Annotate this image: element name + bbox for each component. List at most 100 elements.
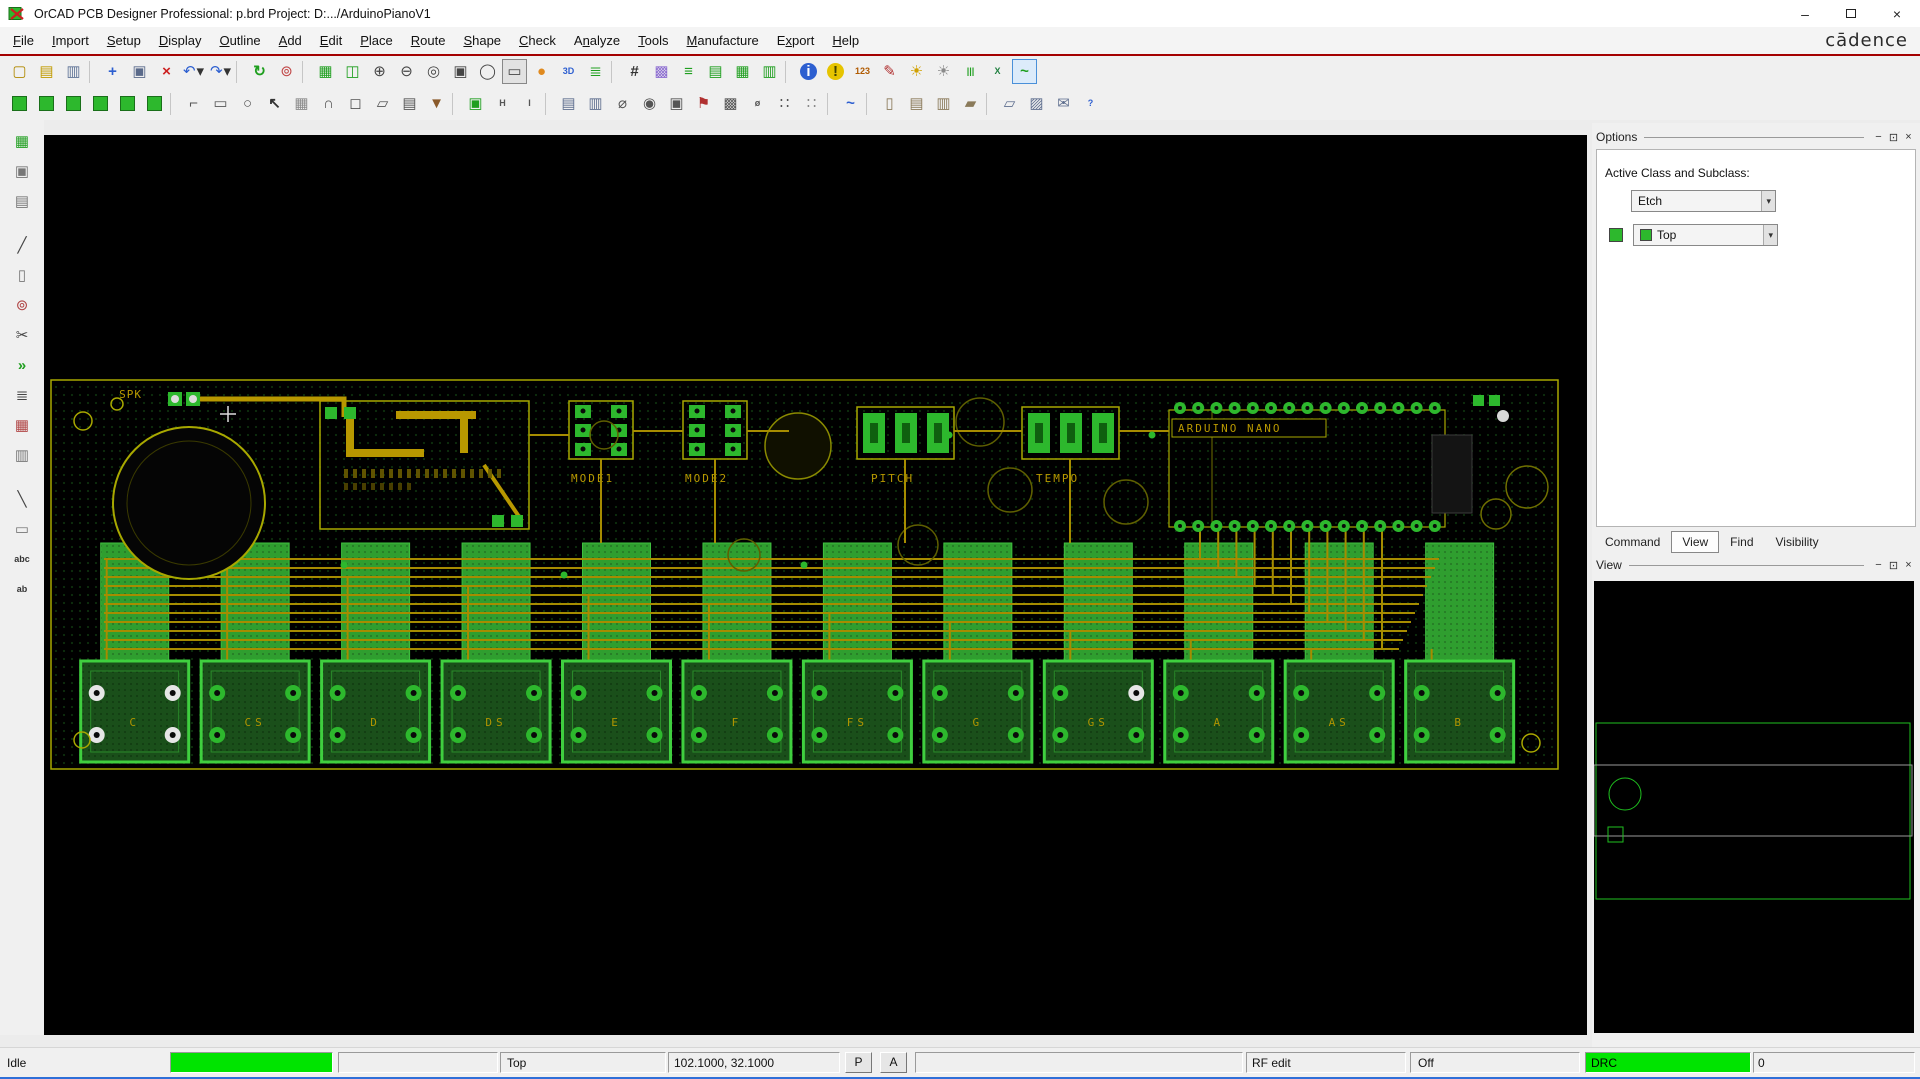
cross-section-icon[interactable]: ≡ (676, 59, 701, 84)
new-file-icon[interactable]: ▢ (7, 59, 32, 84)
board-icon[interactable]: ▦ (9, 128, 35, 154)
help-icon[interactable]: ? (1078, 91, 1103, 116)
flag-icon[interactable]: ⚑ (691, 91, 716, 116)
tab-find[interactable]: Find (1719, 531, 1764, 553)
class-select[interactable]: Etch ▾ (1631, 190, 1776, 212)
menu-export[interactable]: Export (768, 29, 824, 52)
view-3d-icon[interactable]: 3D (556, 59, 581, 84)
ratsnest-i-icon[interactable]: I (517, 91, 542, 116)
panel-minimize-icon[interactable]: − (1871, 131, 1886, 143)
key-footprint[interactable]: F (681, 659, 793, 764)
report-2-icon[interactable]: ▥ (931, 91, 956, 116)
stripes-icon[interactable]: ||| (958, 59, 983, 84)
layer-swatch-5-icon[interactable] (115, 91, 140, 116)
select-tool-icon[interactable]: ↖ (262, 91, 287, 116)
layer-swatch-2-icon[interactable] (34, 91, 59, 116)
rect-tool-icon[interactable]: ▭ (208, 91, 233, 116)
corner-tool-icon[interactable]: ⌐ (181, 91, 206, 116)
layer-swatch-6-icon[interactable] (142, 91, 167, 116)
chevron-down-icon[interactable]: ▾ (224, 64, 232, 79)
subclass-select[interactable]: Top ▾ (1633, 224, 1778, 246)
poly-tool-icon[interactable]: ▱ (370, 91, 395, 116)
grid-dots-icon[interactable]: ∷ (772, 91, 797, 116)
key-footprint[interactable]: FS (801, 659, 913, 764)
slot-tool-icon[interactable]: ◻ (343, 91, 368, 116)
redo-icon[interactable]: ↷ ▾ (208, 59, 233, 84)
pcb-layout[interactable]: C CS D DS E F FS G GS A AS B SPK MODE1 MODE2 PITCH TEMPO… (44, 135, 1587, 1035)
rect-draw-icon[interactable]: ▭ (9, 516, 35, 542)
waveform-icon[interactable]: ~ (1012, 59, 1037, 84)
key-footprint[interactable]: GS (1042, 659, 1154, 764)
report-icon[interactable]: ▤ (904, 91, 929, 116)
palette-grid-icon[interactable]: ▦ (9, 412, 35, 438)
dim-icon[interactable]: ☀ (931, 59, 956, 84)
tab-visibility[interactable]: Visibility (1765, 531, 1830, 553)
text-ab-icon[interactable]: ab (9, 576, 35, 602)
copy-icon[interactable]: ▣ (127, 59, 152, 84)
tab-command[interactable]: Command (1594, 531, 1671, 553)
minimize-button[interactable]: – (1782, 0, 1828, 27)
key-footprint[interactable]: C (79, 659, 191, 764)
close-button[interactable]: × (1874, 0, 1920, 27)
pin-icon[interactable]: ⊚ (274, 59, 299, 84)
menu-import[interactable]: Import (43, 29, 98, 52)
windows-2-icon[interactable]: ◫ (340, 59, 365, 84)
menu-outline[interactable]: Outline (210, 29, 269, 52)
stackup-icon[interactable]: ▥ (9, 442, 35, 468)
circle-tool-icon[interactable]: ○ (235, 91, 260, 116)
chevron-down-icon[interactable]: ▾ (197, 64, 205, 79)
color-dialog-icon[interactable]: ▩ (649, 59, 674, 84)
panel-float-icon[interactable]: ⊡ (1886, 131, 1901, 144)
key-footprint[interactable]: DS (440, 659, 552, 764)
artwork-icon[interactable]: ▥ (583, 91, 608, 116)
zoom-in-icon[interactable]: ⊕ (367, 59, 392, 84)
brush-icon[interactable]: ✎ (877, 59, 902, 84)
stamp-tool-icon[interactable]: ▼ (424, 91, 449, 116)
via-icon[interactable]: ø (745, 91, 770, 116)
zoom-selection-icon[interactable]: ▭ (502, 59, 527, 84)
key-footprint[interactable]: AS (1283, 659, 1395, 764)
ratsnest-h-icon[interactable]: H (490, 91, 515, 116)
constraint-manager-icon[interactable]: ▤ (703, 59, 728, 84)
angle-button[interactable]: A (880, 1052, 907, 1073)
menu-manufacture[interactable]: Manufacture (678, 29, 768, 52)
list-tool-icon[interactable]: ≣ (9, 382, 35, 408)
panel-minimize-icon[interactable]: − (1871, 559, 1886, 571)
menu-place[interactable]: Place (351, 29, 402, 52)
arc-tool-icon[interactable]: ∩ (316, 91, 341, 116)
clipboard-icon[interactable]: ▯ (877, 91, 902, 116)
maximize-button[interactable] (1828, 0, 1874, 27)
menu-display[interactable]: Display (150, 29, 211, 52)
menu-tools[interactable]: Tools (629, 29, 677, 52)
tab-view[interactable]: View (1671, 531, 1720, 553)
refresh-icon[interactable]: ↻ (247, 59, 272, 84)
place-part-icon[interactable]: ▣ (463, 91, 488, 116)
export-excel-icon[interactable]: X (985, 59, 1010, 84)
component-browser-icon[interactable]: ▥ (757, 59, 782, 84)
grid-dots-2-icon[interactable]: ∷ (799, 91, 824, 116)
pin-tool-icon[interactable]: ⊚ (9, 292, 35, 318)
panel-float-icon[interactable]: ⊡ (1886, 559, 1901, 572)
probe-icon[interactable]: ◉ (637, 91, 662, 116)
key-footprint[interactable]: CS (199, 659, 311, 764)
key-footprint[interactable]: D (320, 659, 432, 764)
subclass-color-chip[interactable] (1609, 228, 1623, 242)
snapshot-icon[interactable]: ▣ (664, 91, 689, 116)
eraser-icon[interactable]: ▰ (958, 91, 983, 116)
numbers-icon[interactable]: 123 (850, 59, 875, 84)
layer-swatch-3-icon[interactable] (61, 91, 86, 116)
zoom-fit-icon[interactable]: ▣ (448, 59, 473, 84)
drill-legend-icon[interactable]: ⌀ (610, 91, 635, 116)
menu-file[interactable]: File (4, 29, 43, 52)
window-select-icon[interactable]: ▦ (289, 91, 314, 116)
menu-help[interactable]: Help (823, 29, 868, 52)
info-icon[interactable]: i (796, 59, 821, 84)
design-canvas[interactable]: C CS D DS E F FS G GS A AS B SPK MODE1 MODE2 PITCH TEMPO… (44, 135, 1587, 1035)
key-footprint[interactable]: B (1404, 659, 1516, 764)
move-icon[interactable]: + (100, 59, 125, 84)
layer-swatch-1-icon[interactable] (7, 91, 32, 116)
panel-close-icon[interactable]: × (1901, 131, 1916, 143)
bulb-icon[interactable]: ! (823, 59, 848, 84)
image-export-icon[interactable]: ▨ (1024, 91, 1049, 116)
slide-icon[interactable]: ╱ (9, 232, 35, 258)
